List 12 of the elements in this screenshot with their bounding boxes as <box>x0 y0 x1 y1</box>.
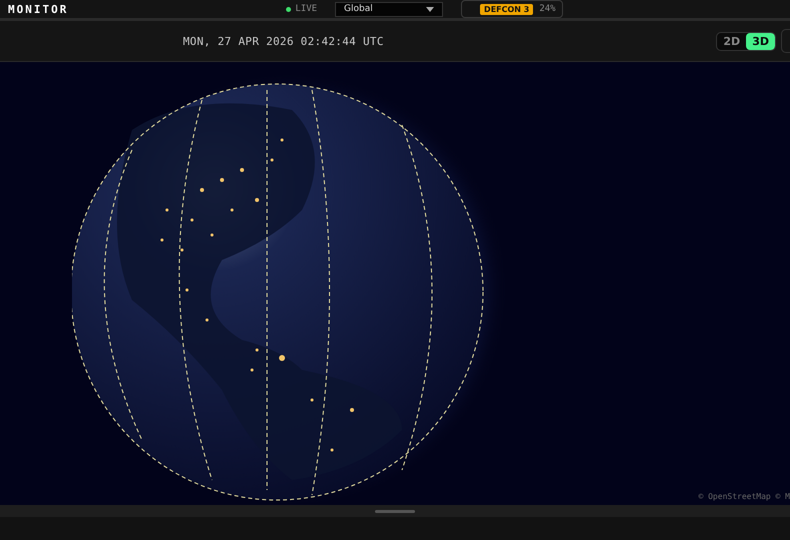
date-time: MON, 27 APR 2026 02:42:44 UTC <box>183 34 384 48</box>
caret-icon <box>426 6 434 12</box>
defcon-badge: DEFCON 3 <box>480 4 534 14</box>
view-mode-button[interactable]: 3D <box>746 32 775 50</box>
live-indicator: LIVE <box>286 4 318 14</box>
defcon-percent: 24% <box>539 4 556 14</box>
view-mode-button[interactable]: 2D <box>717 32 746 50</box>
app-logo: MONITOR <box>8 2 68 16</box>
resize-handle[interactable] <box>375 510 415 512</box>
toolbar-button[interactable] <box>781 29 790 53</box>
map-attribution: © OpenStreetMap © M <box>698 492 790 501</box>
region-select[interactable]: Global <box>335 2 444 16</box>
